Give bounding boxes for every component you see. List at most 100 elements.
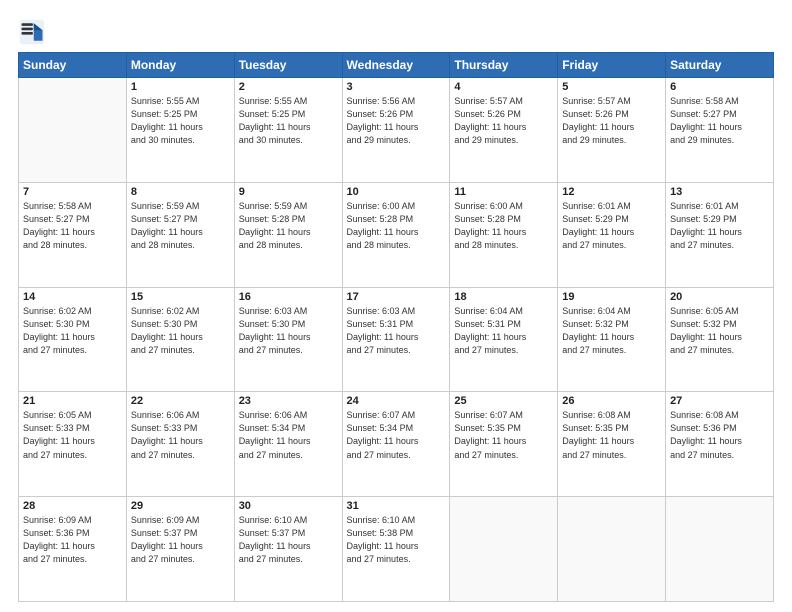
calendar-cell xyxy=(19,78,127,183)
cell-sun-info: Sunrise: 5:55 AM Sunset: 5:25 PM Dayligh… xyxy=(131,95,230,147)
cell-sun-info: Sunrise: 5:58 AM Sunset: 5:27 PM Dayligh… xyxy=(23,200,122,252)
cell-sun-info: Sunrise: 6:09 AM Sunset: 5:37 PM Dayligh… xyxy=(131,514,230,566)
day-number: 1 xyxy=(131,81,230,93)
page: SundayMondayTuesdayWednesdayThursdayFrid… xyxy=(0,0,792,612)
calendar-cell: 31Sunrise: 6:10 AM Sunset: 5:38 PM Dayli… xyxy=(342,497,450,602)
cell-sun-info: Sunrise: 6:10 AM Sunset: 5:38 PM Dayligh… xyxy=(347,514,446,566)
day-number: 18 xyxy=(454,291,553,303)
calendar-cell: 5 Sunrise: 5:57 AM Sunset: 5:26 PM Daylig… xyxy=(558,78,666,183)
calendar-cell: 18 Sunrise: 6:04 AM Sunset: 5:31 PM Dayli… xyxy=(450,287,558,392)
cell-sun-info: Sunrise: 6:07 AM Sunset: 5:34 PM Dayligh… xyxy=(347,409,446,461)
day-number: 14 xyxy=(23,291,122,303)
cell-sun-info: Sunrise: 6:07 AM Sunset: 5:35 PM Dayligh… xyxy=(454,409,553,461)
cell-sun-info: Sunrise: 6:05 AM Sunset: 5:32 PM Dayligh… xyxy=(670,305,769,357)
calendar-cell: 2 Sunrise: 5:55 AM Sunset: 5:25 PM Daylig… xyxy=(234,78,342,183)
cell-sun-info: Sunrise: 6:01 AM Sunset: 5:29 PM Dayligh… xyxy=(562,200,661,252)
calendar-cell: 4 Sunrise: 5:57 AM Sunset: 5:26 PM Daylig… xyxy=(450,78,558,183)
day-number: 10 xyxy=(347,186,446,198)
calendar-cell: 26 Sunrise: 6:08 AM Sunset: 5:35 PM Dayli… xyxy=(558,392,666,497)
weekday-header: Tuesday xyxy=(234,53,342,78)
calendar-week-row: 1 Sunrise: 5:55 AM Sunset: 5:25 PM Daylig… xyxy=(19,78,774,183)
calendar-cell: 22 Sunrise: 6:06 AM Sunset: 5:33 PM Dayli… xyxy=(126,392,234,497)
weekday-header: Thursday xyxy=(450,53,558,78)
calendar-cell: 21 Sunrise: 6:05 AM Sunset: 5:33 PM Dayli… xyxy=(19,392,127,497)
calendar-cell: 14 Sunrise: 6:02 AM Sunset: 5:30 PM Dayli… xyxy=(19,287,127,392)
calendar-cell: 28 Sunrise: 6:09 AM Sunset: 5:36 PM Dayli… xyxy=(19,497,127,602)
cell-sun-info: Sunrise: 5:57 AM Sunset: 5:26 PM Dayligh… xyxy=(454,95,553,147)
calendar-cell: 17Sunrise: 6:03 AM Sunset: 5:31 PM Dayli… xyxy=(342,287,450,392)
cell-sun-info: Sunrise: 6:02 AM Sunset: 5:30 PM Dayligh… xyxy=(23,305,122,357)
calendar-cell: 23 Sunrise: 6:06 AM Sunset: 5:34 PM Dayli… xyxy=(234,392,342,497)
day-number: 6 xyxy=(670,81,769,93)
day-number: 15 xyxy=(131,291,230,303)
cell-sun-info: Sunrise: 6:06 AM Sunset: 5:34 PM Dayligh… xyxy=(239,409,338,461)
cell-sun-info: Sunrise: 6:03 AM Sunset: 5:31 PM Dayligh… xyxy=(347,305,446,357)
day-number: 23 xyxy=(239,395,338,407)
day-number: 20 xyxy=(670,291,769,303)
day-number: 22 xyxy=(131,395,230,407)
calendar-cell: 9 Sunrise: 5:59 AM Sunset: 5:28 PM Daylig… xyxy=(234,182,342,287)
calendar-cell: 1 Sunrise: 5:55 AM Sunset: 5:25 PM Daylig… xyxy=(126,78,234,183)
calendar-cell: 19Sunrise: 6:04 AM Sunset: 5:32 PM Dayli… xyxy=(558,287,666,392)
calendar-cell: 3Sunrise: 5:56 AM Sunset: 5:26 PM Daylig… xyxy=(342,78,450,183)
cell-sun-info: Sunrise: 6:00 AM Sunset: 5:28 PM Dayligh… xyxy=(347,200,446,252)
day-number: 28 xyxy=(23,500,122,512)
calendar-cell: 6 Sunrise: 5:58 AM Sunset: 5:27 PM Daylig… xyxy=(666,78,774,183)
calendar-header-row: SundayMondayTuesdayWednesdayThursdayFrid… xyxy=(19,53,774,78)
cell-sun-info: Sunrise: 5:58 AM Sunset: 5:27 PM Dayligh… xyxy=(670,95,769,147)
calendar-cell: 27Sunrise: 6:08 AM Sunset: 5:36 PM Dayli… xyxy=(666,392,774,497)
cell-sun-info: Sunrise: 5:59 AM Sunset: 5:28 PM Dayligh… xyxy=(239,200,338,252)
calendar-cell: 11 Sunrise: 6:00 AM Sunset: 5:28 PM Dayli… xyxy=(450,182,558,287)
calendar-week-row: 21 Sunrise: 6:05 AM Sunset: 5:33 PM Dayli… xyxy=(19,392,774,497)
day-number: 21 xyxy=(23,395,122,407)
calendar-cell: 10 Sunrise: 6:00 AM Sunset: 5:28 PM Dayli… xyxy=(342,182,450,287)
calendar-cell: 24 Sunrise: 6:07 AM Sunset: 5:34 PM Dayli… xyxy=(342,392,450,497)
day-number: 24 xyxy=(347,395,446,407)
cell-sun-info: Sunrise: 6:08 AM Sunset: 5:35 PM Dayligh… xyxy=(562,409,661,461)
calendar-cell: 13Sunrise: 6:01 AM Sunset: 5:29 PM Dayli… xyxy=(666,182,774,287)
calendar-cell: 16 Sunrise: 6:03 AM Sunset: 5:30 PM Dayli… xyxy=(234,287,342,392)
logo xyxy=(18,18,50,46)
calendar-cell xyxy=(450,497,558,602)
day-number: 2 xyxy=(239,81,338,93)
cell-sun-info: Sunrise: 6:05 AM Sunset: 5:33 PM Dayligh… xyxy=(23,409,122,461)
weekday-header: Saturday xyxy=(666,53,774,78)
day-number: 11 xyxy=(454,186,553,198)
weekday-header: Wednesday xyxy=(342,53,450,78)
calendar-cell: 8 Sunrise: 5:59 AM Sunset: 5:27 PM Daylig… xyxy=(126,182,234,287)
cell-sun-info: Sunrise: 6:03 AM Sunset: 5:30 PM Dayligh… xyxy=(239,305,338,357)
calendar-table: SundayMondayTuesdayWednesdayThursdayFrid… xyxy=(18,52,774,602)
day-number: 8 xyxy=(131,186,230,198)
cell-sun-info: Sunrise: 6:06 AM Sunset: 5:33 PM Dayligh… xyxy=(131,409,230,461)
day-number: 25 xyxy=(454,395,553,407)
day-number: 5 xyxy=(562,81,661,93)
cell-sun-info: Sunrise: 5:56 AM Sunset: 5:26 PM Dayligh… xyxy=(347,95,446,147)
day-number: 16 xyxy=(239,291,338,303)
cell-sun-info: Sunrise: 5:57 AM Sunset: 5:26 PM Dayligh… xyxy=(562,95,661,147)
day-number: 30 xyxy=(239,500,338,512)
calendar-cell: 25 Sunrise: 6:07 AM Sunset: 5:35 PM Dayli… xyxy=(450,392,558,497)
weekday-header: Monday xyxy=(126,53,234,78)
cell-sun-info: Sunrise: 5:59 AM Sunset: 5:27 PM Dayligh… xyxy=(131,200,230,252)
calendar-cell: 15 Sunrise: 6:02 AM Sunset: 5:30 PM Dayli… xyxy=(126,287,234,392)
day-number: 29 xyxy=(131,500,230,512)
cell-sun-info: Sunrise: 6:04 AM Sunset: 5:32 PM Dayligh… xyxy=(562,305,661,357)
day-number: 4 xyxy=(454,81,553,93)
weekday-header: Friday xyxy=(558,53,666,78)
calendar-week-row: 7Sunrise: 5:58 AM Sunset: 5:27 PM Daylig… xyxy=(19,182,774,287)
cell-sun-info: Sunrise: 6:00 AM Sunset: 5:28 PM Dayligh… xyxy=(454,200,553,252)
cell-sun-info: Sunrise: 6:04 AM Sunset: 5:31 PM Dayligh… xyxy=(454,305,553,357)
cell-sun-info: Sunrise: 6:10 AM Sunset: 5:37 PM Dayligh… xyxy=(239,514,338,566)
cell-sun-info: Sunrise: 6:09 AM Sunset: 5:36 PM Dayligh… xyxy=(23,514,122,566)
cell-sun-info: Sunrise: 5:55 AM Sunset: 5:25 PM Dayligh… xyxy=(239,95,338,147)
cell-sun-info: Sunrise: 6:02 AM Sunset: 5:30 PM Dayligh… xyxy=(131,305,230,357)
day-number: 9 xyxy=(239,186,338,198)
calendar-week-row: 14 Sunrise: 6:02 AM Sunset: 5:30 PM Dayli… xyxy=(19,287,774,392)
calendar-cell xyxy=(666,497,774,602)
calendar-cell: 20 Sunrise: 6:05 AM Sunset: 5:32 PM Dayli… xyxy=(666,287,774,392)
day-number: 27 xyxy=(670,395,769,407)
day-number: 26 xyxy=(562,395,661,407)
weekday-header: Sunday xyxy=(19,53,127,78)
calendar-cell xyxy=(558,497,666,602)
header xyxy=(18,18,774,46)
